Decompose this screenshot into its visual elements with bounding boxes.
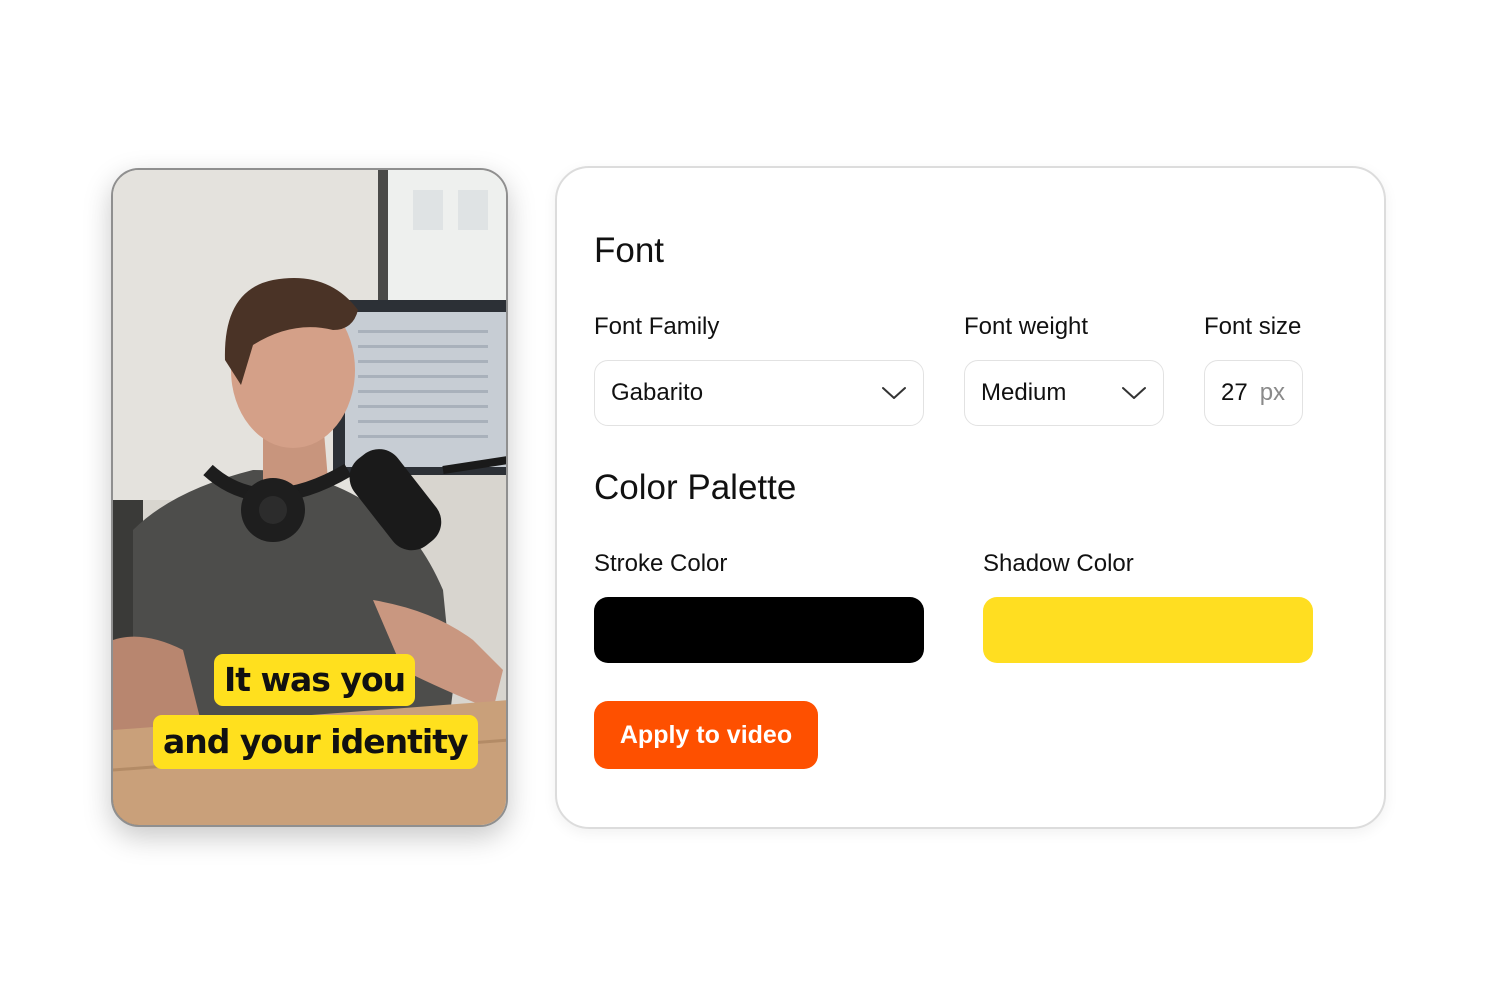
stage: It was you and your identity Font Font F… — [0, 0, 1500, 996]
font-family-value: Gabarito — [611, 379, 704, 406]
font-size-unit: px — [1259, 379, 1286, 406]
font-size-input[interactable]: 27 px — [1204, 360, 1303, 426]
font-weight-value: Medium — [981, 379, 1067, 406]
font-family-select[interactable]: Gabarito — [594, 360, 924, 426]
stroke-color-label: Stroke Color — [594, 550, 728, 577]
shadow-color-label: Shadow Color — [983, 550, 1134, 577]
font-size-value: 27 — [1221, 379, 1248, 406]
font-section-title: Font — [594, 231, 665, 270]
chevron-down-icon — [1122, 387, 1146, 399]
font-size-label: Font size — [1204, 313, 1302, 340]
caption-line-2: and your identity — [153, 715, 478, 769]
color-palette-title: Color Palette — [594, 468, 797, 507]
apply-to-video-button[interactable]: Apply to video — [594, 701, 818, 769]
chevron-down-icon — [882, 387, 906, 399]
shadow-color-swatch[interactable] — [983, 597, 1313, 663]
font-weight-label: Font weight — [964, 313, 1089, 340]
font-weight-select[interactable]: Medium — [964, 360, 1164, 426]
caption-line-1: It was you — [214, 654, 416, 706]
font-family-label: Font Family — [594, 313, 720, 340]
video-preview[interactable]: It was you and your identity — [111, 168, 508, 827]
stroke-color-swatch[interactable] — [594, 597, 924, 663]
caption-style-panel: Font Font Family Gabarito Font weight Me… — [555, 166, 1386, 829]
